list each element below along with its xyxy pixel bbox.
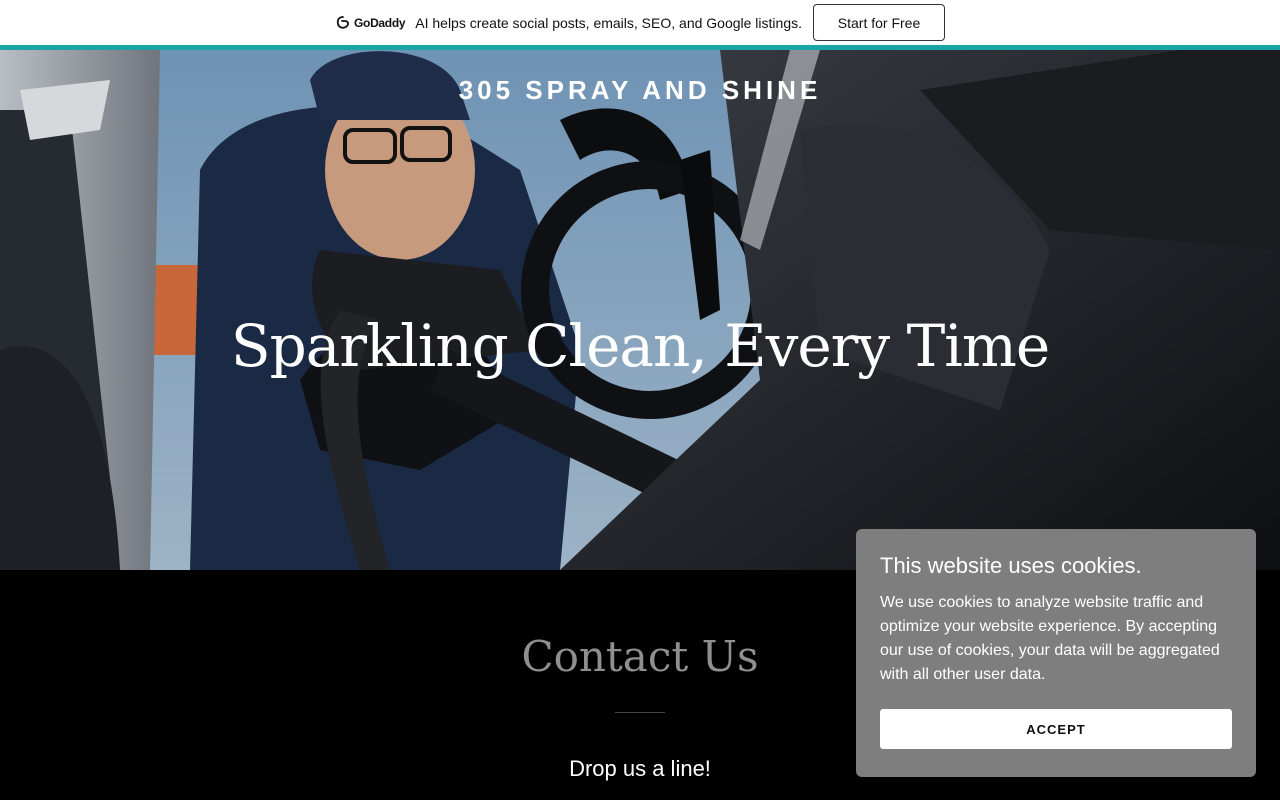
section-divider <box>615 712 665 713</box>
hero-section: 305 SPRAY AND SHINE Sparkling Clean, Eve… <box>0 50 1280 570</box>
promo-bar: GoDaddy AI helps create social posts, em… <box>0 0 1280 50</box>
accept-cookies-button[interactable]: ACCEPT <box>880 709 1232 749</box>
promo-message: AI helps create social posts, emails, SE… <box>415 14 802 31</box>
godaddy-logo-icon <box>336 15 349 29</box>
hero-headline: Sparkling Clean, Every Time <box>230 312 1050 380</box>
godaddy-logo[interactable]: GoDaddy <box>335 15 406 31</box>
hero-background-image <box>0 50 1280 570</box>
logo-text: GoDaddy <box>354 15 406 30</box>
start-for-free-button[interactable]: Start for Free <box>813 4 945 41</box>
site-brand-name[interactable]: 305 SPRAY AND SHINE <box>0 75 1280 106</box>
cookie-banner-title: This website uses cookies. <box>880 553 1142 578</box>
cookie-banner: This website uses cookies. We use cookie… <box>856 529 1256 777</box>
cookie-banner-body: We use cookies to analyze website traffi… <box>880 594 1220 683</box>
